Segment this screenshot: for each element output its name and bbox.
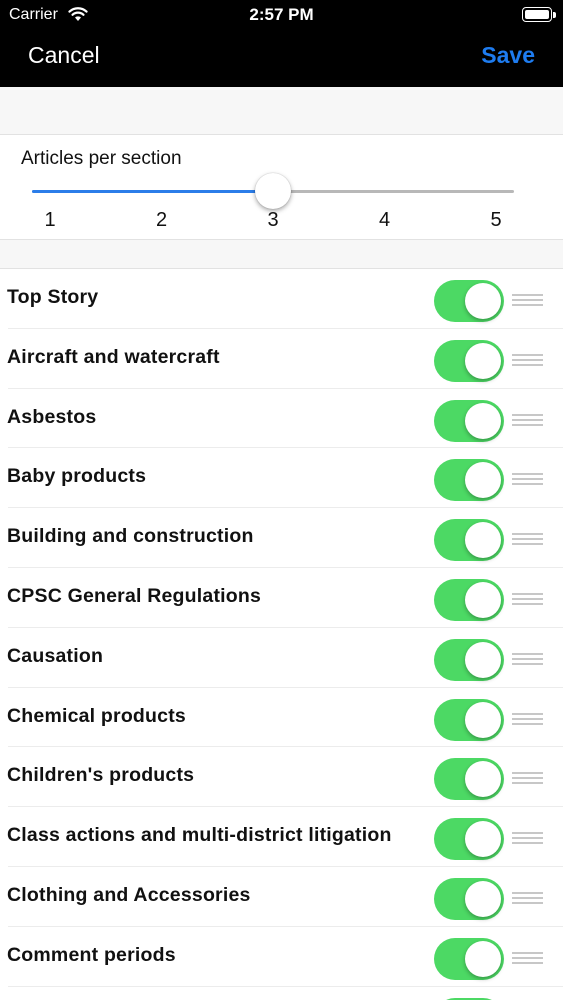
section-row: Children's products: [0, 747, 563, 807]
save-button[interactable]: Save: [481, 42, 535, 69]
section-toggle[interactable]: [434, 399, 504, 442]
articles-per-section-control: Articles per section 1 2 3 4 5: [0, 134, 563, 240]
section-label: CPSC General Regulations: [7, 584, 262, 607]
section-label: Aircraft and watercraft: [7, 345, 220, 368]
sections-list: Top Story Aircraft and watercraft Asbestos…: [0, 268, 563, 1000]
toggle-knob: [465, 701, 501, 738]
section-row: [0, 987, 563, 1000]
cancel-button[interactable]: Cancel: [28, 42, 100, 69]
slider-tick-label: 1: [44, 209, 56, 231]
toggle-knob: [465, 940, 501, 977]
section-label: Clothing and Accessories: [7, 883, 251, 906]
status-bar: Carrier 2:57 PM: [0, 0, 563, 30]
section-row: Asbestos: [0, 389, 563, 449]
navigation-bar: Carrier 2:57 PM Cancel Save: [0, 0, 563, 87]
status-time: 2:57 PM: [249, 5, 314, 24]
reorder-handle-icon[interactable]: [512, 891, 543, 904]
toggle-knob: [465, 402, 501, 439]
section-row: Aircraft and watercraft: [0, 329, 563, 389]
battery-icon: [522, 7, 552, 22]
toggle-knob: [465, 641, 501, 678]
slider-track-fill: [32, 190, 273, 193]
section-toggle[interactable]: [434, 280, 504, 322]
section-toggle[interactable]: [434, 578, 504, 621]
section-toggle[interactable]: [434, 877, 504, 920]
reorder-handle-icon[interactable]: [512, 473, 543, 486]
section-toggle[interactable]: [434, 758, 504, 801]
section-row: Class actions and multi-district litigat…: [0, 807, 563, 867]
toggle-knob: [465, 761, 501, 798]
section-row: CPSC General Regulations: [0, 568, 563, 628]
section-row: Chemical products: [0, 688, 563, 748]
toggle-knob: [465, 581, 501, 618]
section-label: Comment periods: [7, 943, 176, 966]
section-toggle[interactable]: [434, 459, 504, 502]
section-toggle[interactable]: [434, 519, 504, 562]
reorder-handle-icon[interactable]: [512, 652, 543, 665]
section-row: Comment periods: [0, 927, 563, 987]
section-label: Children's products: [7, 764, 195, 787]
section-label: Top Story: [7, 286, 99, 308]
section-toggle[interactable]: [434, 818, 504, 861]
section-label: Chemical products: [7, 704, 186, 727]
toggle-knob: [465, 522, 501, 559]
slider-tick-label: 5: [490, 209, 502, 231]
slider-tick-label: 2: [155, 209, 168, 231]
reorder-handle-icon[interactable]: [512, 413, 543, 426]
reorder-handle-icon[interactable]: [512, 353, 543, 366]
section-label: Asbestos: [7, 405, 97, 428]
reorder-handle-icon[interactable]: [512, 533, 543, 546]
slider-thumb[interactable]: [255, 173, 291, 209]
section-toggle[interactable]: [434, 937, 504, 980]
section-row: Building and construction: [0, 508, 563, 568]
section-row: Clothing and Accessories: [0, 867, 563, 927]
toggle-knob: [465, 342, 501, 379]
reorder-handle-icon[interactable]: [512, 832, 543, 845]
slider-label: Articles per section: [21, 148, 182, 169]
section-row: Baby products: [0, 448, 563, 508]
slider-tick-label: 4: [378, 209, 391, 231]
reorder-handle-icon[interactable]: [512, 592, 543, 605]
section-label: Baby products: [7, 465, 147, 488]
section-label: Class actions and multi-district litigat…: [7, 824, 392, 847]
toggle-knob: [465, 880, 501, 917]
toggle-knob: [465, 283, 501, 319]
reorder-handle-icon[interactable]: [512, 712, 543, 725]
battery-tip: [553, 12, 556, 18]
toggle-knob: [465, 821, 501, 858]
section-label: Building and construction: [7, 525, 254, 548]
section-toggle[interactable]: [434, 638, 504, 681]
section-toggle[interactable]: [434, 698, 504, 741]
slider-tick-label: 3: [267, 209, 279, 231]
reorder-handle-icon[interactable]: [512, 772, 543, 785]
section-row: Causation: [0, 628, 563, 688]
reorder-handle-icon[interactable]: [512, 951, 543, 964]
section-row: Top Story: [0, 269, 563, 329]
section-label: Causation: [7, 644, 104, 667]
section-toggle[interactable]: [434, 339, 504, 382]
toggle-knob: [465, 462, 501, 499]
reorder-handle-icon[interactable]: [512, 294, 543, 306]
